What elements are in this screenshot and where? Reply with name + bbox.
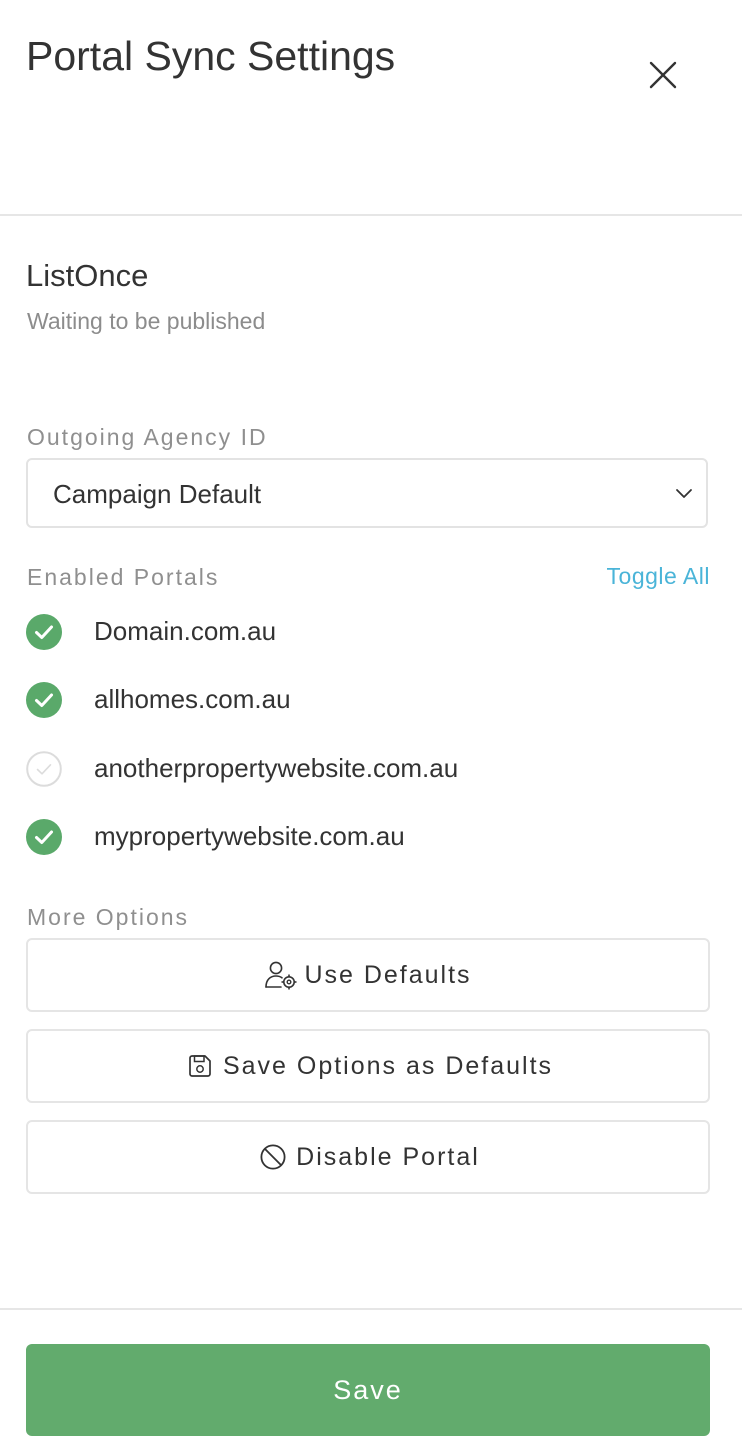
portal-item-label: mypropertywebsite.com.au	[94, 821, 405, 851]
chevron-down-icon	[676, 489, 692, 498]
panel-title: Portal Sync Settings	[26, 33, 396, 79]
settings-body: Outgoing Agency ID Campaign Default Enab…	[0, 376, 742, 1308]
use-defaults-button[interactable]: Use Defaults	[26, 938, 710, 1012]
disable-portal-label: Disable Portal	[296, 1142, 480, 1171]
portal-item-mypropertywebsite[interactable]: mypropertywebsite.com.au	[26, 817, 708, 857]
portal-status: Waiting to be published	[27, 308, 266, 334]
check-circle-icon	[26, 819, 62, 855]
portal-info: ListOnce Waiting to be published	[0, 216, 742, 376]
save-options-as-defaults-button[interactable]: Save Options as Defaults	[26, 1029, 710, 1103]
use-defaults-label: Use Defaults	[304, 960, 472, 989]
unchecked-circle-icon	[26, 751, 62, 787]
more-options-label: More Options	[27, 904, 190, 930]
portal-item-label: anotherpropertywebsite.com.au	[94, 753, 459, 783]
close-icon	[649, 61, 677, 89]
panel-footer: Save	[0, 1308, 742, 1454]
toggle-all-link[interactable]: Toggle All	[607, 563, 710, 590]
user-settings-icon	[264, 958, 298, 992]
agency-id-value: Campaign Default	[53, 479, 262, 509]
portal-item-allhomes[interactable]: allhomes.com.au	[26, 680, 708, 720]
check-circle-icon	[26, 614, 62, 650]
panel-header: Portal Sync Settings	[0, 0, 742, 216]
portal-item-domain[interactable]: Domain.com.au	[26, 612, 708, 652]
ban-icon	[256, 1140, 290, 1174]
agency-id-label: Outgoing Agency ID	[27, 424, 268, 450]
disable-portal-button[interactable]: Disable Portal	[26, 1120, 710, 1194]
close-button[interactable]	[640, 52, 686, 98]
agency-id-select[interactable]: Campaign Default	[26, 458, 708, 528]
portal-item-label: Domain.com.au	[94, 616, 277, 646]
enabled-portals-label: Enabled Portals	[27, 564, 220, 590]
portal-name: ListOnce	[26, 258, 149, 293]
portal-item-anotherpropertywebsite[interactable]: anotherpropertywebsite.com.au	[26, 749, 708, 789]
portal-sync-panel: Portal Sync Settings ListOnce Waiting to…	[0, 0, 742, 1454]
save-button[interactable]: Save	[26, 1344, 710, 1436]
portal-item-label: allhomes.com.au	[94, 684, 291, 714]
save-options-as-defaults-label: Save Options as Defaults	[222, 1051, 554, 1080]
check-circle-icon	[26, 682, 62, 718]
save-icon	[183, 1049, 217, 1083]
